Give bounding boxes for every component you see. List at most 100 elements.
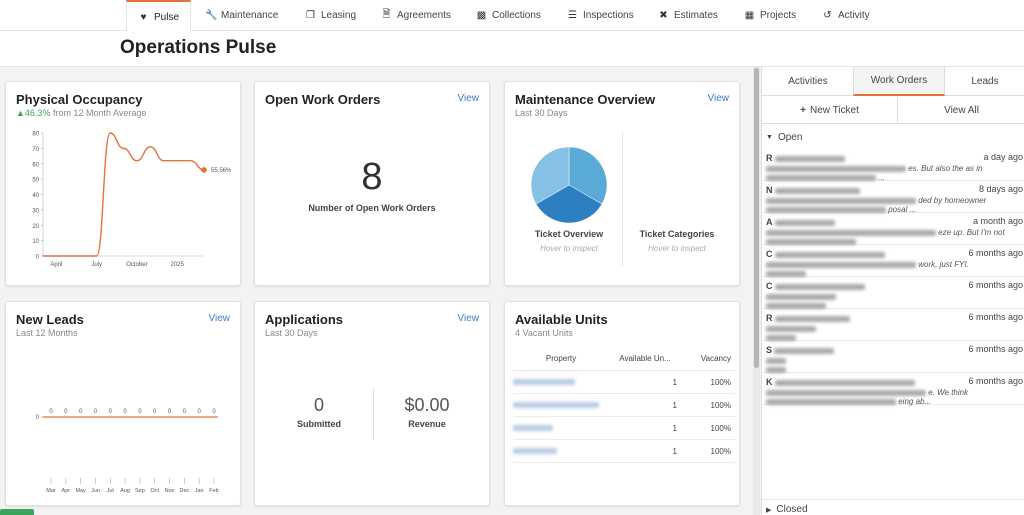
ticket-initial: C [766, 249, 773, 259]
ticket-title: A [766, 217, 835, 227]
ticket-item[interactable]: Aa month ago eze up. But I'm not [762, 213, 1024, 245]
x-tick-label: Mar [46, 488, 56, 494]
closed-label: Closed [776, 504, 808, 515]
y-tick-label: 50 [32, 178, 39, 184]
ticket-overview-label: Ticket Overview [534, 229, 604, 239]
ticket-title: C [766, 249, 885, 259]
data-label: 0 [123, 409, 127, 415]
column-header[interactable]: Available Un... [609, 350, 681, 371]
ticket-item[interactable]: N 8 days ago ded by homeowner posal ... [762, 181, 1024, 214]
caret-down-icon: ▼ [766, 133, 773, 141]
tab-agreements[interactable]: 🗎 Agreements [381, 0, 450, 31]
ticket-title: S [766, 345, 835, 355]
view-link[interactable]: View [209, 313, 231, 324]
property-link[interactable] [513, 370, 609, 394]
ticket-preview-text: e. We think [928, 388, 969, 397]
vacancy-cell: 100% [681, 393, 735, 417]
tools-icon: ✖ [659, 10, 668, 21]
tab-leasing[interactable]: ❐ Leasing [305, 0, 356, 31]
top-nav: ♥ Pulse 🔧 Maintenance ❐ Leasing 🗎 Agreem… [0, 0, 1024, 32]
ticket-initial: N [766, 185, 773, 195]
vacancy-cell: 100% [681, 439, 735, 463]
x-tick-label: Oct [150, 488, 159, 494]
tab-label: Activity [838, 10, 870, 21]
y-tick-label: 10 [32, 239, 39, 245]
ticket-categories-label: Ticket Categories [639, 229, 715, 239]
card-title: Maintenance Overview [515, 92, 656, 107]
property-link[interactable] [513, 393, 609, 417]
open-work-orders-label: Number of Open Work Orders [308, 203, 436, 213]
ticket-preview-text: ded by homeowner [918, 196, 987, 205]
tab-inspections[interactable]: ☰ Inspections [567, 0, 634, 31]
ticket-item[interactable]: C 6 months ago [762, 277, 1024, 309]
tab-estimates[interactable]: ✖ Estimates [658, 0, 718, 31]
property-link[interactable] [513, 439, 609, 463]
card-subtitle: 4 Vacant Units [515, 328, 573, 338]
new-leads-card: New Leads Last 12 Months View 0000000000… [5, 301, 241, 506]
column-header[interactable]: Property [513, 350, 609, 371]
ticket-preview: es. But also the as in ... [766, 164, 983, 182]
x-tick-label: Aug [120, 488, 130, 494]
closed-section-toggle[interactable]: ▶ Closed [762, 499, 1024, 515]
ticket-item[interactable]: R 6 months ago [762, 309, 1024, 341]
tab-collections[interactable]: ▩ Collections [476, 0, 541, 31]
y-tick-label: 40 [32, 193, 39, 199]
tab-activities[interactable]: Activities [762, 67, 854, 96]
tab-maintenance[interactable]: 🔧 Maintenance [205, 0, 278, 31]
history-icon: ↺ [823, 10, 832, 21]
tab-leads[interactable]: Leads [945, 67, 1024, 96]
open-label: Open [777, 131, 803, 143]
column-header[interactable]: Vacancy [681, 350, 735, 371]
tab-label: Maintenance [221, 10, 279, 21]
ticket-item[interactable]: K 6 months ago e. We think eing ab... [762, 373, 1024, 406]
divider [622, 132, 623, 266]
tab-pulse[interactable]: ♥ Pulse [126, 0, 191, 32]
view-all-button[interactable]: View All [898, 96, 1024, 124]
ticket-preview: e. We think eing ab... [766, 388, 968, 406]
ticket-item[interactable]: S 6 months ago [762, 341, 1024, 373]
data-label: 0 [64, 409, 68, 415]
ticket-title: C [766, 281, 865, 291]
view-link[interactable]: View [708, 93, 730, 104]
tab-work-orders[interactable]: Work Orders [853, 67, 945, 96]
x-tick-label: Feb [209, 488, 218, 494]
tab-label: Inspections [583, 10, 634, 21]
table-row: 1 100% [513, 393, 735, 417]
ticket-initial: S [766, 345, 773, 355]
tab-label: Pulse [153, 11, 179, 23]
ticket-item[interactable]: Ra day ago es. But also the as in ... [762, 149, 1024, 182]
ticket-title: R [766, 153, 845, 163]
data-label: 0 [49, 409, 53, 415]
scrollbar-thumb[interactable] [754, 68, 759, 368]
card-title: Open Work Orders [265, 92, 381, 107]
tab-label: Estimates [674, 10, 718, 21]
x-tick-label: Sep [135, 488, 145, 494]
data-label: 0 [212, 409, 216, 415]
ticket-preview: work, just FYI. [766, 260, 969, 278]
view-link[interactable]: View [458, 313, 480, 324]
ticket-time: 6 months ago [968, 376, 1023, 386]
new-ticket-button[interactable]: + New Ticket [762, 96, 898, 124]
available-units-table: Property Available Un... Vacancy 1 100% … [513, 350, 735, 463]
open-section-toggle[interactable]: ▼ Open [762, 127, 1024, 147]
right-panel-tabs: Activities Work Orders Leads [762, 67, 1024, 96]
tab-activity[interactable]: ↺ Activity [822, 0, 870, 31]
property-link[interactable] [513, 416, 609, 440]
hover-hint: Hover to inspect [540, 244, 598, 253]
available-units-cell: 1 [609, 370, 681, 394]
ticket-preview [766, 324, 816, 342]
ticket-time: a month ago [972, 216, 1023, 226]
tab-label: Collections [492, 10, 541, 21]
card-title: Available Units [515, 312, 608, 327]
tab-projects[interactable]: ▦ Projects [744, 0, 796, 31]
ticket-item[interactable]: C 6 months ago work, just FYI. [762, 245, 1024, 277]
view-link[interactable]: View [458, 93, 480, 104]
occupancy-end-label: 55.56% [211, 168, 232, 174]
table-row: 1 100% [513, 416, 735, 440]
ticket-preview-text: work, just FYI. [918, 260, 969, 269]
data-label: 0 [79, 409, 83, 415]
open-work-orders-count: 8 [361, 156, 383, 198]
ticket-overview-pie[interactable] [529, 145, 609, 225]
divider [373, 388, 374, 440]
ticket-preview-text: eing ab... [898, 397, 932, 406]
